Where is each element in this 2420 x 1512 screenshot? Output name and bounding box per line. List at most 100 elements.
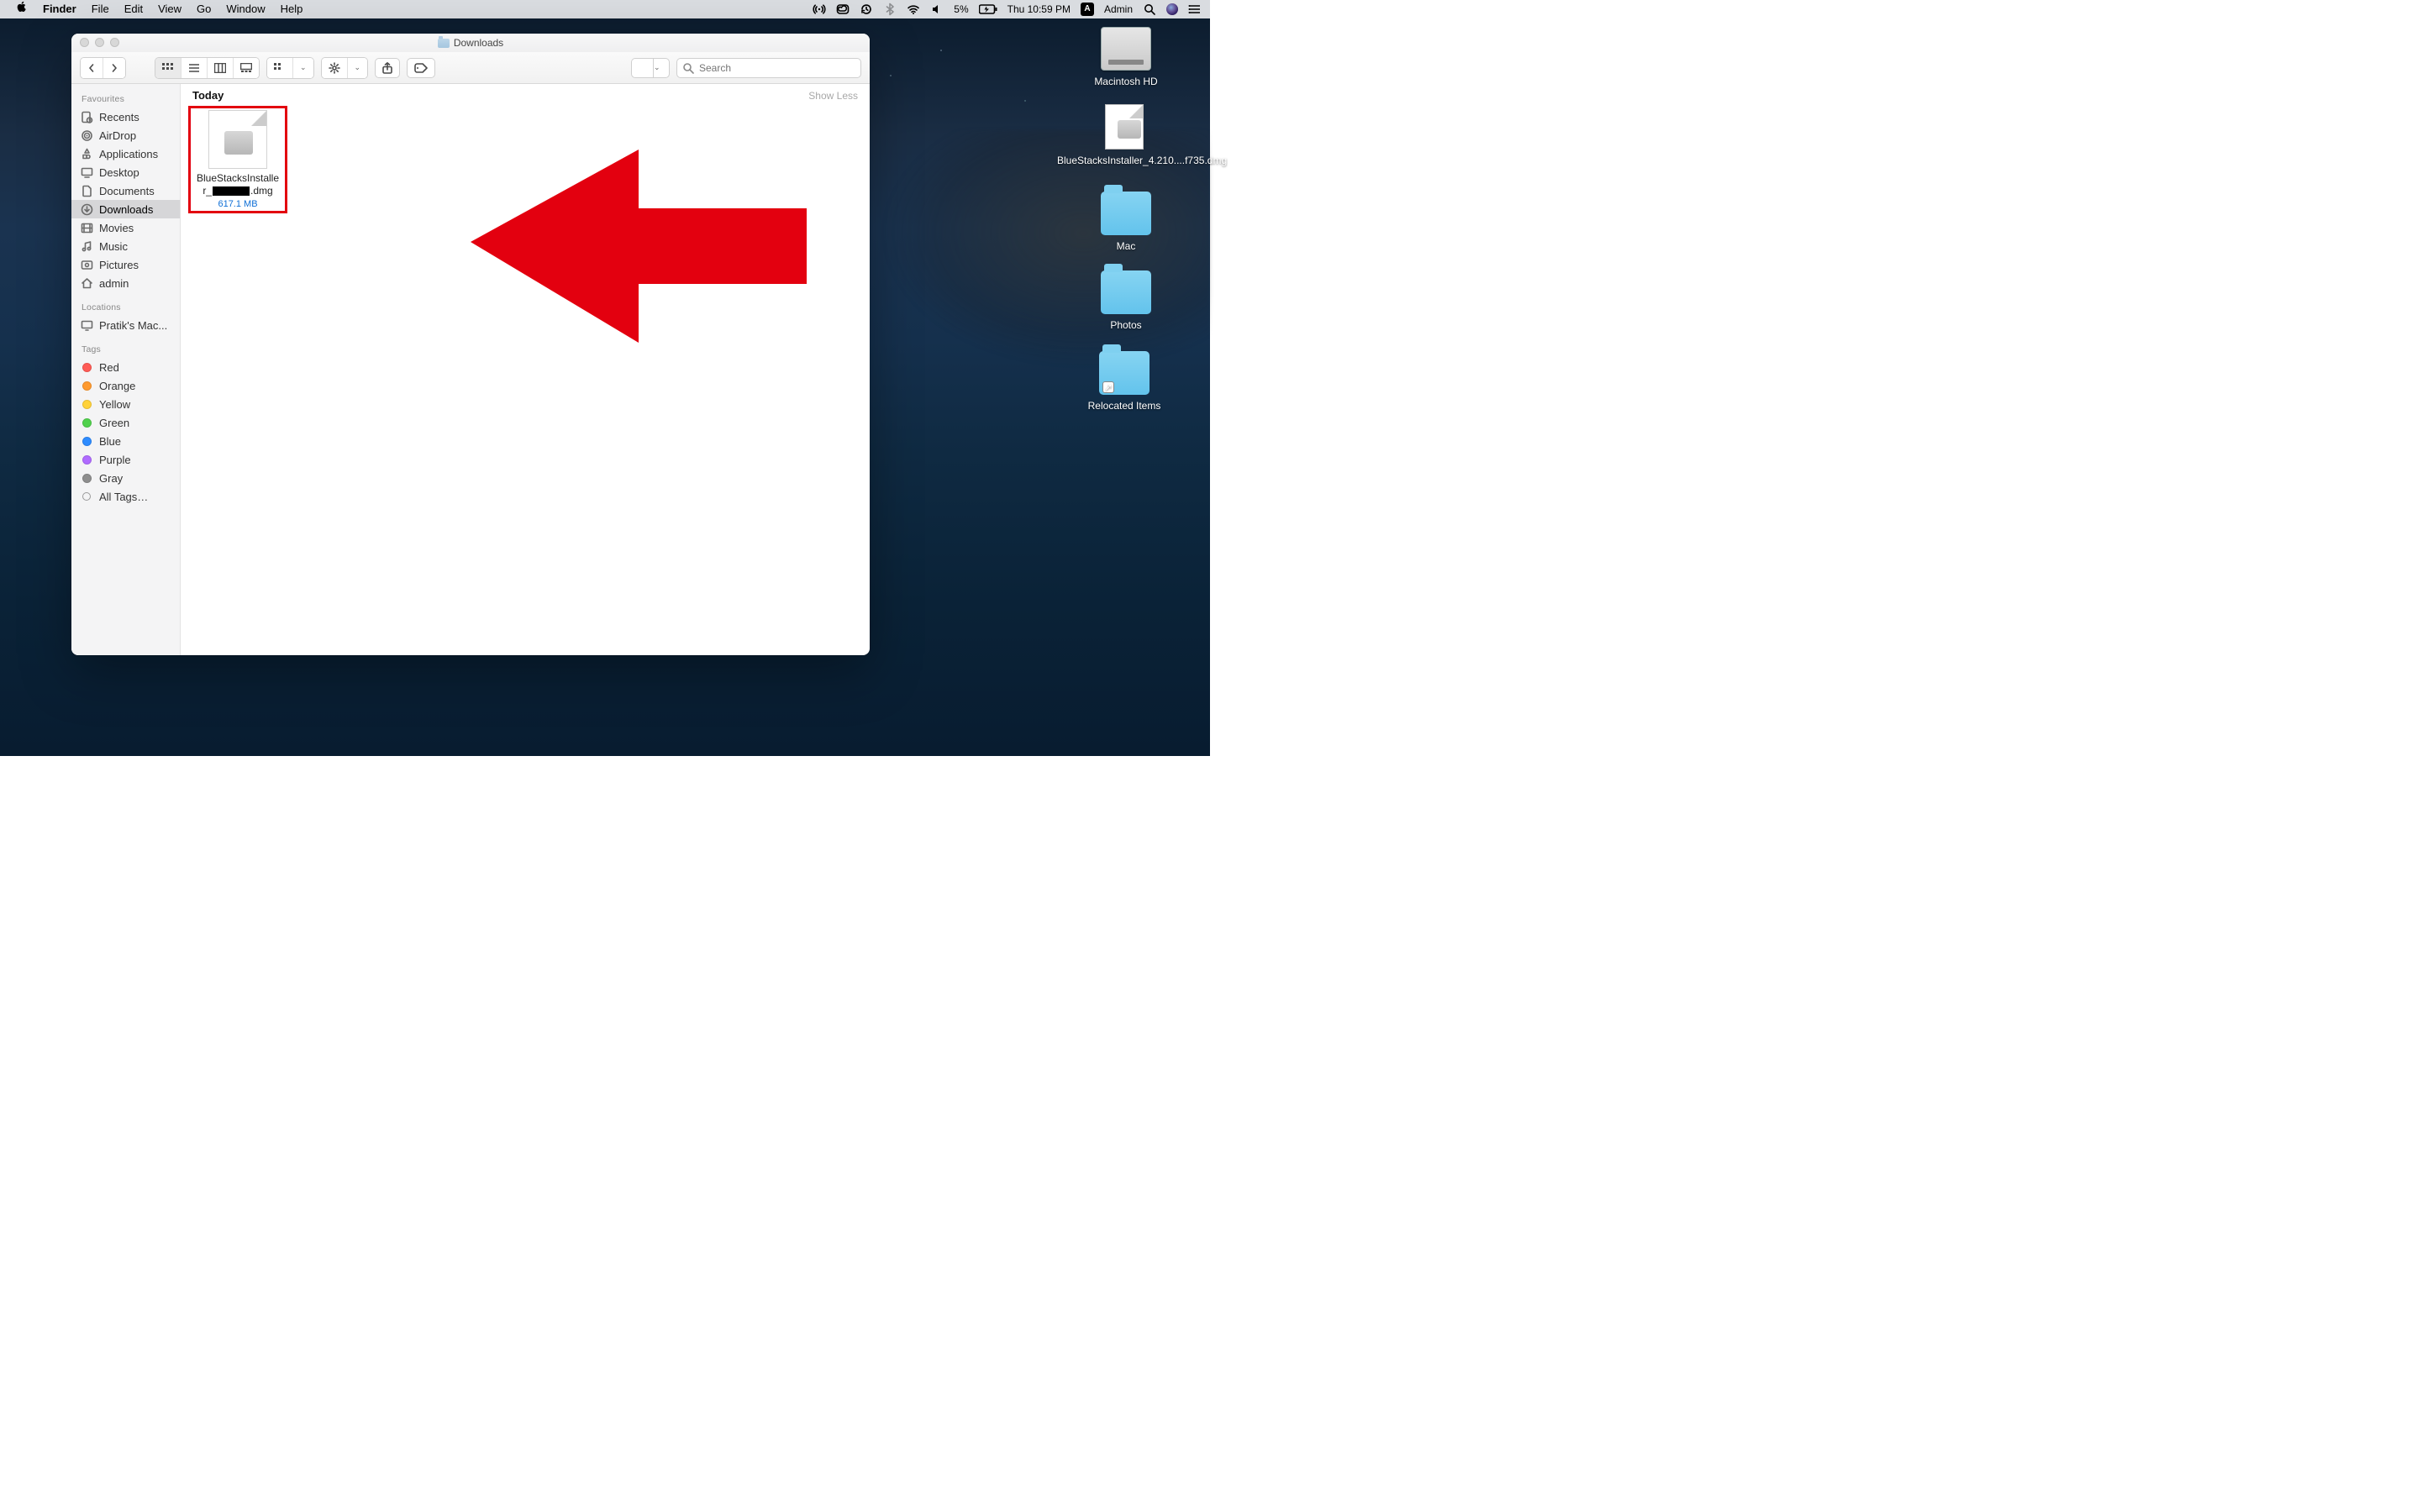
group-icon: [267, 58, 292, 78]
menubar-clock[interactable]: Thu 10:59 PM: [1007, 0, 1071, 18]
battery-percent: 5%: [954, 0, 968, 18]
app-name-menu[interactable]: Finder: [35, 0, 84, 18]
search-input[interactable]: [676, 58, 861, 78]
finder-sidebar: Favourites Recents AirDrop Applications …: [71, 84, 181, 655]
battery-icon[interactable]: [979, 4, 997, 14]
view-mode-segmented: [155, 57, 260, 79]
finder-titlebar[interactable]: Downloads: [71, 34, 870, 52]
window-traffic-lights: [80, 38, 119, 47]
sidebar-tag-gray[interactable]: Gray: [71, 469, 180, 487]
sidebar-tag-orange[interactable]: Orange: [71, 376, 180, 395]
sidebar-item-label: Blue: [99, 435, 121, 448]
sidebar-item-label: Yellow: [99, 398, 130, 411]
sidebar-tag-purple[interactable]: Purple: [71, 450, 180, 469]
tag-dot-icon: [82, 400, 92, 409]
menu-go[interactable]: Go: [189, 0, 218, 18]
sidebar-item-downloads[interactable]: Downloads: [71, 200, 180, 218]
desktop-icon-folder-mac[interactable]: Mac: [1067, 192, 1185, 253]
sidebar-tag-yellow[interactable]: Yellow: [71, 395, 180, 413]
applications-icon: [80, 147, 93, 160]
menu-file[interactable]: File: [84, 0, 117, 18]
group-header: Today Show Less: [181, 84, 870, 105]
path-dropdown[interactable]: ⌄: [631, 58, 670, 78]
sidebar-tag-green[interactable]: Green: [71, 413, 180, 432]
sidebar-item-label: admin: [99, 277, 129, 290]
hd-icon: [1101, 27, 1151, 71]
sidebar-item-applications[interactable]: Applications: [71, 144, 180, 163]
group-by-button[interactable]: ⌄: [266, 57, 314, 79]
share-button[interactable]: [375, 58, 400, 78]
finder-toolbar: ⌄ ⌄ ⌄: [71, 52, 870, 84]
sidebar-item-desktop[interactable]: Desktop: [71, 163, 180, 181]
finder-content[interactable]: Today Show Less BlueStacksInstalle r_.dm…: [181, 84, 870, 655]
forward-button[interactable]: [103, 58, 125, 78]
volume-icon[interactable]: [930, 3, 944, 16]
notification-center-icon[interactable]: [1188, 3, 1202, 16]
sidebar-item-documents[interactable]: Documents: [71, 181, 180, 200]
search-field[interactable]: [676, 58, 861, 78]
sidebar-item-remote-mac[interactable]: Pratik's Mac...: [71, 316, 180, 334]
action-menu[interactable]: ⌄: [321, 57, 369, 79]
sidebar-item-label: Purple: [99, 454, 131, 466]
keyboard-indicator[interactable]: A: [1081, 3, 1094, 16]
display-icon: [80, 318, 93, 332]
nav-back-forward: [80, 57, 126, 79]
sidebar-item-label: All Tags…: [99, 491, 148, 503]
gear-icon: [322, 58, 347, 78]
sidebar-item-home[interactable]: admin: [71, 274, 180, 292]
desktop-icon-label: Photos: [1067, 319, 1185, 332]
sidebar-item-pictures[interactable]: Pictures: [71, 255, 180, 274]
tags-button[interactable]: [407, 58, 435, 78]
desktop-icon-hd[interactable]: Macintosh HD: [1067, 27, 1185, 88]
hotspot-icon[interactable]: [813, 3, 826, 16]
desktop-icon-label: Macintosh HD: [1067, 76, 1185, 88]
sidebar-item-airdrop[interactable]: AirDrop: [71, 126, 180, 144]
sidebar-item-movies[interactable]: Movies: [71, 218, 180, 237]
desktop-icon-folder-relocated[interactable]: ↗ Relocated Items: [1057, 351, 1192, 412]
sidebar-item-music[interactable]: Music: [71, 237, 180, 255]
chevron-down-icon: ⌄: [292, 58, 313, 78]
file-size: 617.1 MB: [192, 199, 283, 209]
desktop-icon-dmg[interactable]: BlueStacksInstaller_4.210....f735.dmg: [1057, 104, 1192, 167]
sidebar-item-recents[interactable]: Recents: [71, 108, 180, 126]
view-icon-button[interactable]: [155, 58, 181, 78]
creative-cloud-icon[interactable]: [836, 3, 850, 16]
back-button[interactable]: [81, 58, 103, 78]
sidebar-item-label: Movies: [99, 222, 134, 234]
chevron-down-icon: ⌄: [347, 58, 368, 78]
sidebar-tag-red[interactable]: Red: [71, 358, 180, 376]
group-title: Today: [192, 89, 224, 102]
sidebar-item-label: Pratik's Mac...: [99, 319, 167, 332]
menu-view[interactable]: View: [150, 0, 189, 18]
menu-help[interactable]: Help: [273, 0, 311, 18]
view-list-button[interactable]: [181, 58, 207, 78]
close-button[interactable]: [80, 38, 89, 47]
sidebar-tag-blue[interactable]: Blue: [71, 432, 180, 450]
airdrop-icon: [80, 129, 93, 142]
minimize-button[interactable]: [95, 38, 104, 47]
menu-window[interactable]: Window: [218, 0, 272, 18]
show-less-button[interactable]: Show Less: [808, 90, 858, 102]
siri-icon[interactable]: [1166, 3, 1178, 15]
bluetooth-icon[interactable]: [883, 3, 897, 16]
sidebar-all-tags[interactable]: All Tags…: [71, 487, 180, 506]
desktop-icon-label: Relocated Items: [1057, 400, 1192, 412]
spotlight-icon[interactable]: [1143, 3, 1156, 16]
sidebar-item-label: Music: [99, 240, 128, 253]
time-machine-icon[interactable]: [860, 3, 873, 16]
music-icon: [80, 239, 93, 253]
desktop-icon: [80, 165, 93, 179]
apple-menu[interactable]: [8, 0, 35, 18]
view-gallery-button[interactable]: [233, 58, 259, 78]
desktop-icon-folder-photos[interactable]: Photos: [1067, 270, 1185, 332]
menubar-user[interactable]: Admin: [1104, 0, 1133, 18]
menu-edit[interactable]: Edit: [117, 0, 150, 18]
sidebar-item-label: Orange: [99, 380, 135, 392]
zoom-button[interactable]: [110, 38, 119, 47]
sidebar-item-label: Applications: [99, 148, 158, 160]
view-column-button[interactable]: [207, 58, 233, 78]
wifi-icon[interactable]: [907, 3, 920, 16]
movies-icon: [80, 221, 93, 234]
file-item-bluestacks-dmg[interactable]: BlueStacksInstalle r_.dmg 617.1 MB: [192, 110, 283, 209]
dmg-icon: [1105, 104, 1144, 150]
